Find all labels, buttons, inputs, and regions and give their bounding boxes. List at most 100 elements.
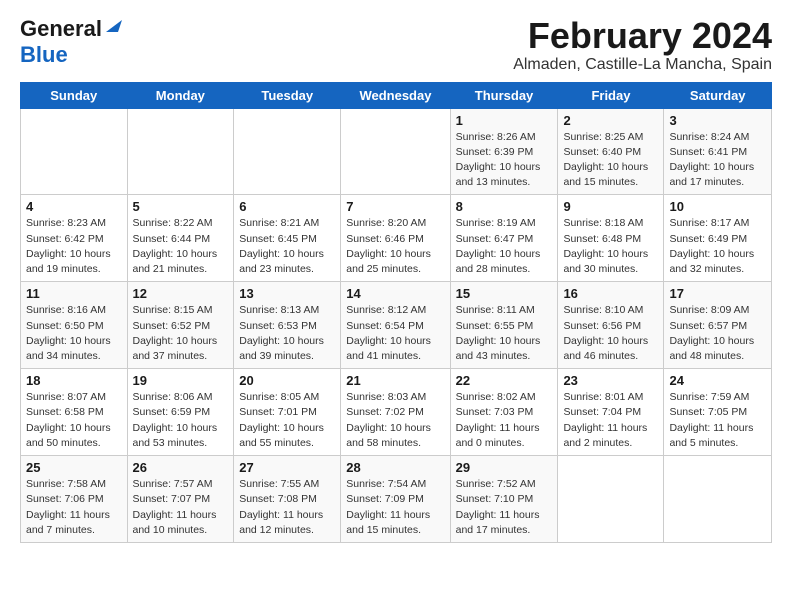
day-info: Sunrise: 8:17 AM Sunset: 6:49 PM Dayligh… [669, 216, 766, 277]
day-info: Sunrise: 8:24 AM Sunset: 6:41 PM Dayligh… [669, 130, 766, 191]
table-row: 26 Sunrise: 7:57 AM Sunset: 7:07 PM Dayli… [127, 456, 234, 543]
calendar-week-row: 18 Sunrise: 8:07 AM Sunset: 6:58 PM Dayli… [21, 369, 772, 456]
day-number: 16 [563, 286, 658, 301]
day-number: 13 [239, 286, 335, 301]
day-number: 24 [669, 373, 766, 388]
day-info: Sunrise: 8:16 AM Sunset: 6:50 PM Dayligh… [26, 303, 122, 364]
table-row: 11 Sunrise: 8:16 AM Sunset: 6:50 PM Dayli… [21, 282, 128, 369]
day-number: 28 [346, 460, 444, 475]
day-info: Sunrise: 8:12 AM Sunset: 6:54 PM Dayligh… [346, 303, 444, 364]
table-row [127, 108, 234, 195]
day-info: Sunrise: 8:23 AM Sunset: 6:42 PM Dayligh… [26, 216, 122, 277]
calendar-week-row: 1 Sunrise: 8:26 AM Sunset: 6:39 PM Daylig… [21, 108, 772, 195]
day-number: 15 [456, 286, 553, 301]
day-info: Sunrise: 7:52 AM Sunset: 7:10 PM Dayligh… [456, 477, 553, 538]
table-row: 6 Sunrise: 8:21 AM Sunset: 6:45 PM Daylig… [234, 195, 341, 282]
table-row [558, 456, 664, 543]
table-row: 7Sunrise: 8:20 AM Sunset: 6:46 PM Daylig… [341, 195, 450, 282]
table-row [234, 108, 341, 195]
day-info: Sunrise: 8:07 AM Sunset: 6:58 PM Dayligh… [26, 390, 122, 451]
table-row: 28 Sunrise: 7:54 AM Sunset: 7:09 PM Dayli… [341, 456, 450, 543]
header-monday: Monday [127, 82, 234, 108]
header-wednesday: Wednesday [341, 82, 450, 108]
day-number: 3 [669, 113, 766, 128]
day-info: Sunrise: 8:15 AM Sunset: 6:52 PM Dayligh… [133, 303, 229, 364]
day-number: 17 [669, 286, 766, 301]
day-info: Sunrise: 8:21 AM Sunset: 6:45 PM Dayligh… [239, 216, 335, 277]
day-number: 7 [346, 199, 444, 214]
day-info: Sunrise: 8:09 AM Sunset: 6:57 PM Dayligh… [669, 303, 766, 364]
day-info: Sunrise: 8:05 AM Sunset: 7:01 PM Dayligh… [239, 390, 335, 451]
header-friday: Friday [558, 82, 664, 108]
day-number: 6 [239, 199, 335, 214]
day-info: Sunrise: 8:02 AM Sunset: 7:03 PM Dayligh… [456, 390, 553, 451]
table-row: 15 Sunrise: 8:11 AM Sunset: 6:55 PM Dayli… [450, 282, 558, 369]
table-row: 5Sunrise: 8:22 AM Sunset: 6:44 PM Daylig… [127, 195, 234, 282]
table-row: 1 Sunrise: 8:26 AM Sunset: 6:39 PM Daylig… [450, 108, 558, 195]
table-row: 22 Sunrise: 8:02 AM Sunset: 7:03 PM Dayli… [450, 369, 558, 456]
table-row [21, 108, 128, 195]
table-row: 14 Sunrise: 8:12 AM Sunset: 6:54 PM Dayli… [341, 282, 450, 369]
day-number: 26 [133, 460, 229, 475]
day-number: 11 [26, 286, 122, 301]
day-number: 27 [239, 460, 335, 475]
day-info: Sunrise: 8:19 AM Sunset: 6:47 PM Dayligh… [456, 216, 553, 277]
day-info: Sunrise: 7:57 AM Sunset: 7:07 PM Dayligh… [133, 477, 229, 538]
day-number: 12 [133, 286, 229, 301]
day-number: 1 [456, 113, 553, 128]
day-info: Sunrise: 8:01 AM Sunset: 7:04 PM Dayligh… [563, 390, 658, 451]
table-row: 24 Sunrise: 7:59 AM Sunset: 7:05 PM Dayli… [664, 369, 772, 456]
day-info: Sunrise: 8:26 AM Sunset: 6:39 PM Dayligh… [456, 130, 553, 191]
table-row: 13 Sunrise: 8:13 AM Sunset: 6:53 PM Dayli… [234, 282, 341, 369]
table-row: 25 Sunrise: 7:58 AM Sunset: 7:06 PM Dayli… [21, 456, 128, 543]
day-number: 18 [26, 373, 122, 388]
table-row: 2 Sunrise: 8:25 AM Sunset: 6:40 PM Daylig… [558, 108, 664, 195]
header-sunday: Sunday [21, 82, 128, 108]
table-row: 9 Sunrise: 8:18 AM Sunset: 6:48 PM Daylig… [558, 195, 664, 282]
day-number: 25 [26, 460, 122, 475]
day-info: Sunrise: 7:54 AM Sunset: 7:09 PM Dayligh… [346, 477, 444, 538]
day-number: 5 [133, 199, 229, 214]
calendar-subtitle: Almaden, Castille-La Mancha, Spain [513, 56, 772, 74]
day-number: 20 [239, 373, 335, 388]
day-info: Sunrise: 8:10 AM Sunset: 6:56 PM Dayligh… [563, 303, 658, 364]
day-info: Sunrise: 8:18 AM Sunset: 6:48 PM Dayligh… [563, 216, 658, 277]
day-info: Sunrise: 8:13 AM Sunset: 6:53 PM Dayligh… [239, 303, 335, 364]
table-row [664, 456, 772, 543]
table-row: 8 Sunrise: 8:19 AM Sunset: 6:47 PM Daylig… [450, 195, 558, 282]
logo-blue: Blue [20, 42, 68, 67]
calendar-week-row: 25 Sunrise: 7:58 AM Sunset: 7:06 PM Dayli… [21, 456, 772, 543]
header-saturday: Saturday [664, 82, 772, 108]
header-thursday: Thursday [450, 82, 558, 108]
day-number: 29 [456, 460, 553, 475]
table-row: 18 Sunrise: 8:07 AM Sunset: 6:58 PM Dayli… [21, 369, 128, 456]
header-tuesday: Tuesday [234, 82, 341, 108]
day-number: 14 [346, 286, 444, 301]
day-number: 8 [456, 199, 553, 214]
table-row: 16 Sunrise: 8:10 AM Sunset: 6:56 PM Dayli… [558, 282, 664, 369]
table-row: 12 Sunrise: 8:15 AM Sunset: 6:52 PM Dayli… [127, 282, 234, 369]
day-info: Sunrise: 7:58 AM Sunset: 7:06 PM Dayligh… [26, 477, 122, 538]
page-header: General Blue February 2024 Almaden, Cast… [20, 16, 772, 74]
day-number: 2 [563, 113, 658, 128]
logo-general: General [20, 16, 102, 42]
table-row: 10 Sunrise: 8:17 AM Sunset: 6:49 PM Dayli… [664, 195, 772, 282]
logo: General Blue [20, 16, 122, 68]
day-info: Sunrise: 7:55 AM Sunset: 7:08 PM Dayligh… [239, 477, 335, 538]
day-info: Sunrise: 7:59 AM Sunset: 7:05 PM Dayligh… [669, 390, 766, 451]
day-number: 9 [563, 199, 658, 214]
day-number: 4 [26, 199, 122, 214]
day-number: 19 [133, 373, 229, 388]
table-row [341, 108, 450, 195]
day-number: 10 [669, 199, 766, 214]
calendar-week-row: 4 Sunrise: 8:23 AM Sunset: 6:42 PM Daylig… [21, 195, 772, 282]
calendar-header-row: Sunday Monday Tuesday Wednesday Thursday… [21, 82, 772, 108]
day-number: 23 [563, 373, 658, 388]
day-info: Sunrise: 8:25 AM Sunset: 6:40 PM Dayligh… [563, 130, 658, 191]
day-number: 22 [456, 373, 553, 388]
day-info: Sunrise: 8:11 AM Sunset: 6:55 PM Dayligh… [456, 303, 553, 364]
table-row: 20 Sunrise: 8:05 AM Sunset: 7:01 PM Dayli… [234, 369, 341, 456]
logo-bird-icon [104, 18, 122, 36]
calendar-table: Sunday Monday Tuesday Wednesday Thursday… [20, 82, 772, 543]
day-info: Sunrise: 8:06 AM Sunset: 6:59 PM Dayligh… [133, 390, 229, 451]
